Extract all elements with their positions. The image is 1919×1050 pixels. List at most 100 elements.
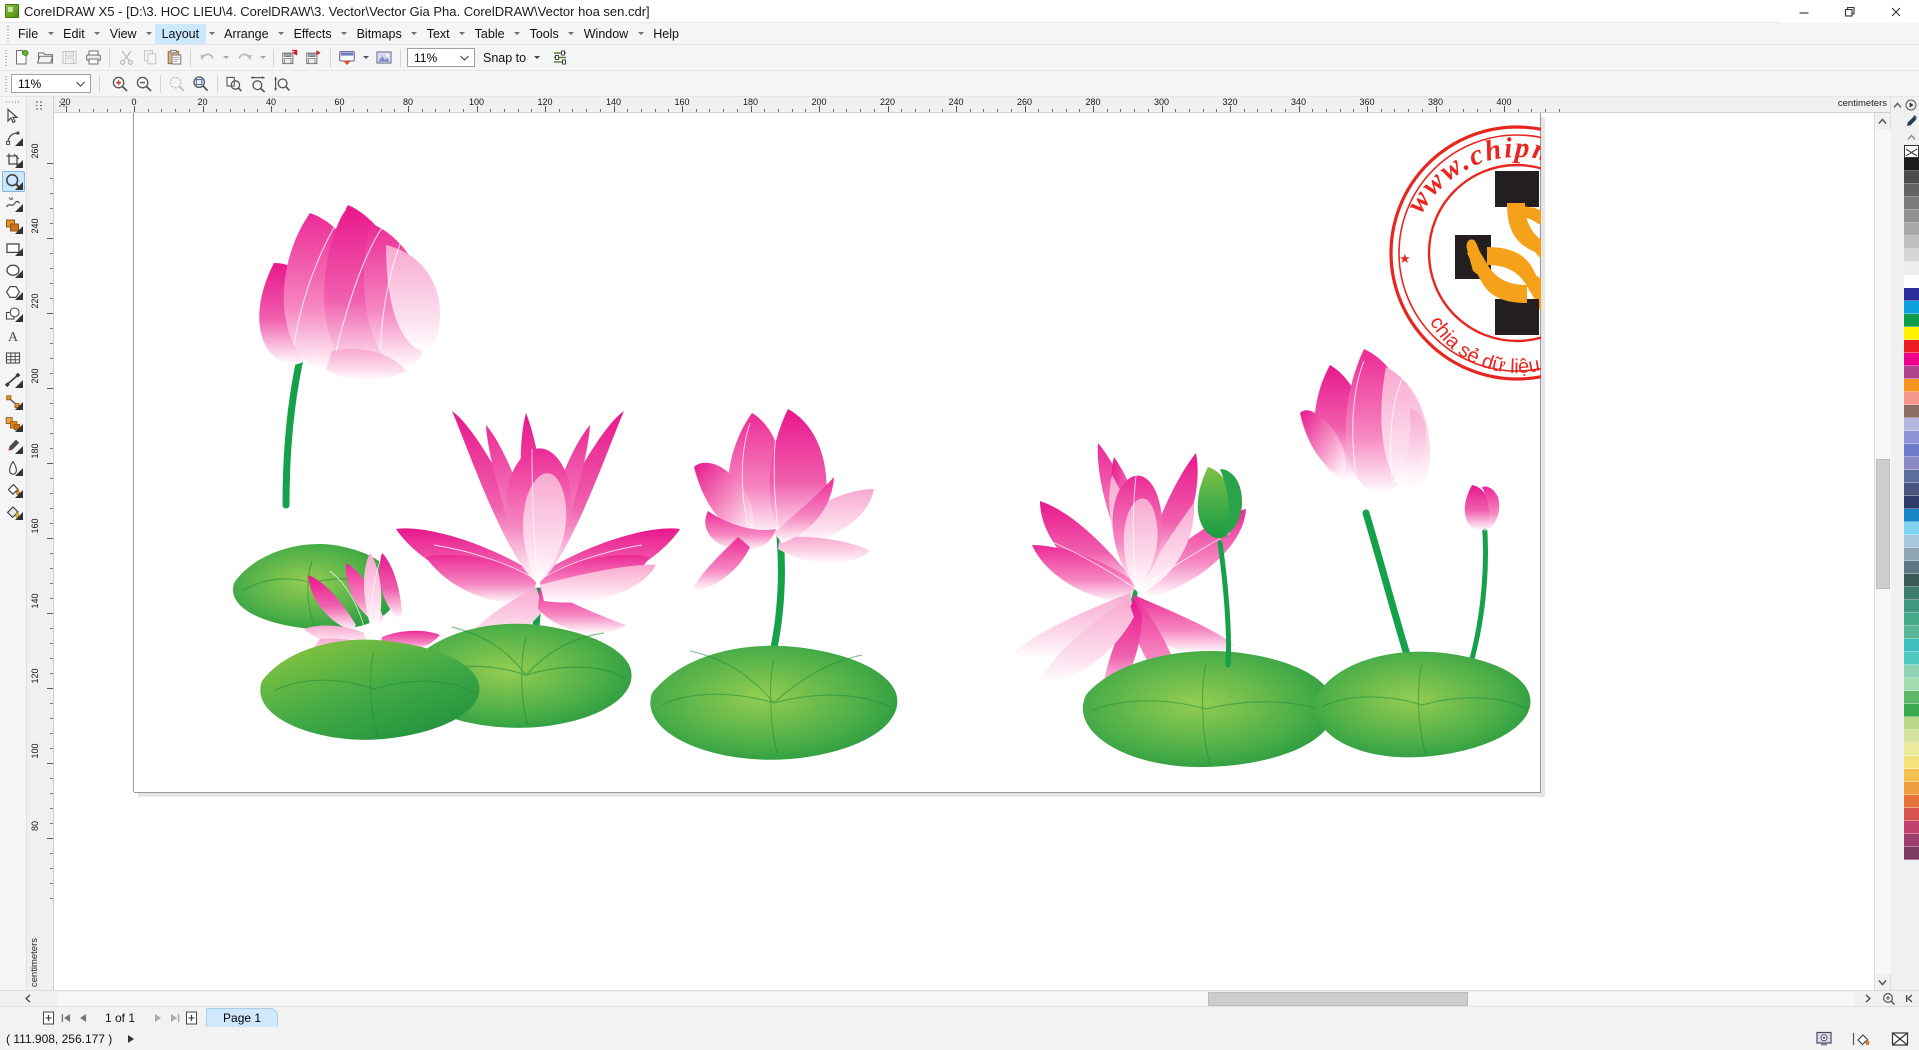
crop-tool[interactable] xyxy=(2,149,25,170)
color-swatch[interactable] xyxy=(1903,730,1919,743)
color-swatch[interactable] xyxy=(1903,522,1919,535)
outline-color-indicator[interactable] xyxy=(1889,1030,1911,1048)
docker-strip[interactable] xyxy=(1890,97,1903,990)
menu-dropdown-caret[interactable] xyxy=(512,24,523,44)
corel-connect-icon[interactable] xyxy=(372,46,396,69)
color-swatch[interactable] xyxy=(1903,444,1919,457)
tool-flyout-arrow[interactable] xyxy=(14,314,23,322)
property-bar-grip[interactable] xyxy=(2,74,9,94)
horizontal-scroll-thumb[interactable] xyxy=(1208,991,1468,1006)
dimension-tool[interactable] xyxy=(2,369,25,390)
polygon-tool[interactable] xyxy=(2,281,25,302)
color-swatch[interactable] xyxy=(1903,158,1919,171)
color-swatch[interactable] xyxy=(1903,704,1919,717)
tool-flyout-arrow[interactable] xyxy=(14,292,23,300)
menu-dropdown-caret[interactable] xyxy=(92,24,103,44)
color-swatch[interactable] xyxy=(1903,535,1919,548)
color-swatch[interactable] xyxy=(1903,652,1919,665)
menu-text[interactable]: Text xyxy=(420,24,457,44)
menu-dropdown-caret[interactable] xyxy=(45,24,56,44)
color-swatch[interactable] xyxy=(1903,587,1919,600)
color-swatch[interactable] xyxy=(1903,171,1919,184)
color-swatch[interactable] xyxy=(1903,262,1919,275)
color-swatch[interactable] xyxy=(1903,717,1919,730)
outline-tool[interactable] xyxy=(2,457,25,478)
color-swatch[interactable] xyxy=(1903,743,1919,756)
open-document-icon[interactable] xyxy=(33,46,57,69)
color-swatch[interactable] xyxy=(1903,496,1919,509)
collapse-navigator-icon[interactable] xyxy=(0,991,56,1007)
color-swatch[interactable] xyxy=(1903,782,1919,795)
color-swatch[interactable] xyxy=(1903,236,1919,249)
color-swatch[interactable] xyxy=(1903,301,1919,314)
color-swatch[interactable] xyxy=(1903,288,1919,301)
vertical-scroll-thumb[interactable] xyxy=(1875,459,1890,589)
tool-flyout-arrow[interactable] xyxy=(14,204,23,212)
tool-flyout-arrow[interactable] xyxy=(14,446,23,454)
paste-icon[interactable] xyxy=(162,46,186,69)
tool-flyout-arrow[interactable] xyxy=(14,226,23,234)
ruler-origin-button[interactable] xyxy=(27,97,54,113)
ellipse-tool[interactable] xyxy=(2,259,25,280)
docker-expand-icon[interactable] xyxy=(1891,97,1903,113)
color-swatch[interactable] xyxy=(1903,509,1919,522)
fill-tool[interactable] xyxy=(2,479,25,500)
zoom-tool[interactable] xyxy=(1,171,25,192)
menu-tools[interactable]: Tools xyxy=(523,24,566,44)
color-palette[interactable] xyxy=(1903,97,1919,990)
color-swatch[interactable] xyxy=(1903,483,1919,496)
chevron-down-icon[interactable] xyxy=(456,49,472,66)
document-page[interactable]: www.chipmia.net chia sẻ dữ liệu miễn phí… xyxy=(133,113,1541,793)
menu-view[interactable]: View xyxy=(103,24,144,44)
menu-dropdown-caret[interactable] xyxy=(457,24,468,44)
menu-window[interactable]: Window xyxy=(577,24,635,44)
cut-icon[interactable] xyxy=(114,46,138,69)
menu-dropdown-caret[interactable] xyxy=(566,24,577,44)
color-swatch[interactable] xyxy=(1903,405,1919,418)
palette-scroll-up-icon[interactable] xyxy=(1903,129,1919,145)
menu-dropdown-caret[interactable] xyxy=(339,24,350,44)
color-swatch[interactable] xyxy=(1903,340,1919,353)
color-swatch[interactable] xyxy=(1903,470,1919,483)
menu-dropdown-caret[interactable] xyxy=(276,24,287,44)
palette-collapse-icon[interactable] xyxy=(1901,991,1919,1007)
blend-tool[interactable] xyxy=(2,413,25,434)
eyedropper-icon[interactable] xyxy=(1903,113,1919,129)
tool-flyout-arrow[interactable] xyxy=(14,468,23,476)
application-launcher-icon[interactable] xyxy=(335,46,359,69)
horizontal-ruler[interactable]: centimeters 20 0 20 40 60 80 100 120 140 160 180 20… xyxy=(54,97,1890,112)
color-swatch[interactable] xyxy=(1903,431,1919,444)
text-tool[interactable]: A xyxy=(2,325,25,346)
menu-dropdown-caret[interactable] xyxy=(409,24,420,44)
tool-flyout-arrow[interactable] xyxy=(14,270,23,278)
color-swatch[interactable] xyxy=(1903,418,1919,431)
color-swatch[interactable] xyxy=(1903,691,1919,704)
color-swatch[interactable] xyxy=(1903,366,1919,379)
options-icon[interactable] xyxy=(548,46,572,69)
connector-tool[interactable] xyxy=(2,391,25,412)
menu-bitmaps[interactable]: Bitmaps xyxy=(350,24,409,44)
color-swatch[interactable] xyxy=(1903,379,1919,392)
basic-shapes-tool[interactable] xyxy=(2,303,25,324)
zoom-to-page-height-icon[interactable] xyxy=(270,72,294,95)
color-swatch[interactable] xyxy=(1903,275,1919,288)
export-icon[interactable] xyxy=(302,46,326,69)
tool-flyout-arrow[interactable] xyxy=(14,160,23,168)
menu-edit[interactable]: Edit xyxy=(56,24,92,44)
next-page-icon[interactable] xyxy=(149,1009,166,1027)
menu-effects[interactable]: Effects xyxy=(287,24,339,44)
minimize-button[interactable] xyxy=(1781,0,1827,23)
undo-dropdown-caret[interactable] xyxy=(219,46,232,69)
color-swatch[interactable] xyxy=(1903,678,1919,691)
color-swatch[interactable] xyxy=(1903,626,1919,639)
zoom-level-property-combo[interactable]: 11% xyxy=(11,74,91,93)
horizontal-scroll-track[interactable] xyxy=(58,991,1855,1006)
color-swatch[interactable] xyxy=(1903,197,1919,210)
color-swatch[interactable] xyxy=(1903,314,1919,327)
navigator-icon[interactable] xyxy=(1877,991,1901,1007)
color-swatch[interactable] xyxy=(1903,847,1919,860)
tool-flyout-arrow[interactable] xyxy=(14,380,23,388)
no-color-swatch[interactable] xyxy=(1903,145,1919,158)
menu-dropdown-caret[interactable] xyxy=(206,24,217,44)
tool-flyout-arrow[interactable] xyxy=(14,512,23,520)
